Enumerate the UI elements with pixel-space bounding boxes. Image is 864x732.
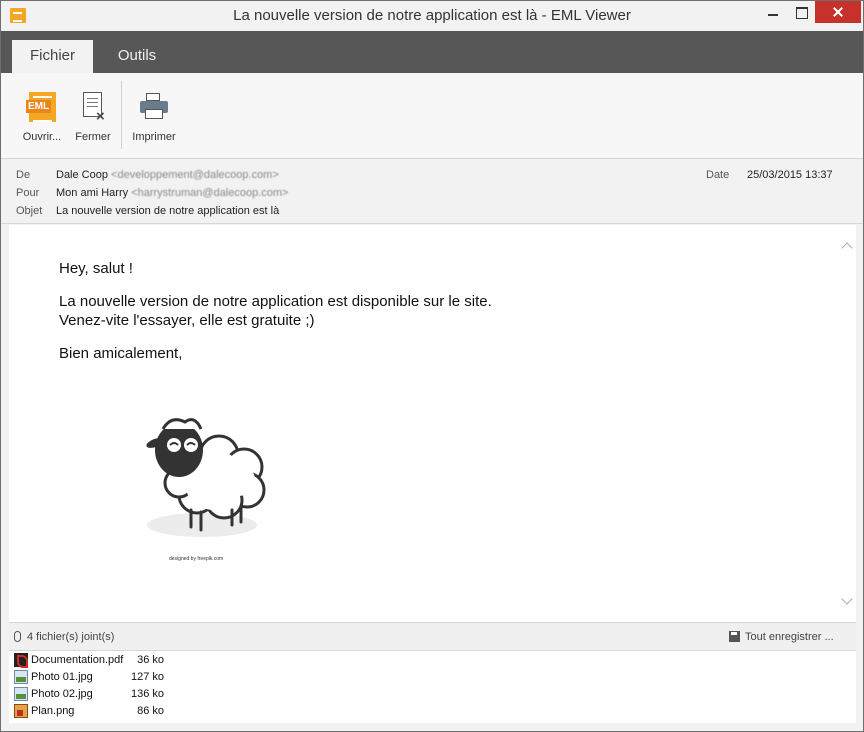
print-button-label: Imprimer bbox=[132, 131, 176, 143]
to-label: Pour bbox=[16, 187, 40, 199]
body-line-2: Venez-vite l'essayer, elle est gratuite … bbox=[59, 312, 315, 329]
attachment-name: Photo 02.jpg bbox=[31, 688, 93, 700]
image-icon bbox=[14, 687, 28, 701]
sheep-illustration bbox=[146, 418, 266, 537]
attachment-name: Plan.png bbox=[31, 705, 75, 717]
image-icon bbox=[14, 670, 28, 684]
to-name[interactable]: Mon ami Harry bbox=[56, 187, 128, 199]
message-text: Hey, salut ! La nouvelle version de notr… bbox=[59, 259, 759, 377]
open-button-label: Ouvrir... bbox=[22, 131, 62, 143]
date-value: 25/03/2015 13:37 bbox=[747, 169, 833, 181]
ribbon-tabbar: Fichier Outils bbox=[1, 31, 863, 73]
save-icon[interactable] bbox=[729, 631, 740, 642]
image-credit: designed by freepik.com bbox=[169, 556, 224, 562]
from-email[interactable]: <developpement@dalecoop.com> bbox=[111, 169, 279, 181]
attachments-bar: 4 fichier(s) joint(s) Tout enregistrer .… bbox=[9, 622, 856, 651]
ribbon: EML Ouvrir... × Fermer Imprimer bbox=[1, 73, 863, 159]
attachments-list: Documentation.pdf 36 ko Photo 01.jpg 127… bbox=[9, 651, 856, 723]
open-button[interactable]: EML Ouvrir... bbox=[15, 83, 69, 149]
from-label: De bbox=[16, 169, 31, 181]
from-name[interactable]: Dale Coop bbox=[56, 169, 108, 181]
ribbon-separator bbox=[121, 81, 122, 149]
eml-file-icon: EML bbox=[26, 91, 58, 123]
scroll-up-icon[interactable] bbox=[840, 239, 854, 253]
attachment-size: 86 ko bbox=[137, 705, 164, 717]
attachments-count: 4 fichier(s) joint(s) bbox=[27, 631, 115, 643]
closing-text: Bien amicalement, bbox=[59, 345, 183, 362]
attachment-name: Documentation.pdf bbox=[31, 654, 124, 666]
close-document-icon: × bbox=[81, 91, 107, 125]
body-line-1: La nouvelle version de notre application… bbox=[59, 293, 492, 310]
paperclip-icon bbox=[14, 631, 21, 642]
title-bar[interactable]: La nouvelle version de notre application… bbox=[1, 1, 863, 31]
close-button-label: Fermer bbox=[75, 131, 111, 143]
attachment-size: 36 ko bbox=[137, 654, 164, 666]
attachment-size: 127 ko bbox=[130, 671, 164, 683]
close-button[interactable]: × Fermer bbox=[69, 83, 117, 149]
to-email[interactable]: <harrystruman@dalecoop.com> bbox=[131, 187, 288, 199]
window-title: La nouvelle version de notre application… bbox=[233, 7, 631, 24]
subject-label: Objet bbox=[16, 205, 43, 217]
message-headers: De Dale Coop <developpement@dalecoop.com… bbox=[1, 160, 863, 224]
tab-outils[interactable]: Outils bbox=[107, 40, 167, 73]
attachment-size: 136 ko bbox=[130, 688, 164, 700]
close-window-button[interactable] bbox=[815, 1, 861, 23]
date-label: Date bbox=[706, 169, 730, 181]
subject-value: La nouvelle version de notre application… bbox=[56, 205, 280, 217]
maximize-button[interactable] bbox=[787, 1, 815, 23]
scroll-down-icon[interactable] bbox=[840, 594, 854, 608]
printer-icon bbox=[138, 93, 170, 121]
minimize-button[interactable] bbox=[759, 1, 787, 23]
save-all-button[interactable]: Tout enregistrer ... bbox=[745, 631, 834, 643]
message-body[interactable]: Hey, salut ! La nouvelle version de notr… bbox=[9, 225, 856, 622]
eml-viewer-window: La nouvelle version de notre application… bbox=[0, 0, 864, 732]
pdf-icon bbox=[14, 653, 28, 668]
tab-fichier[interactable]: Fichier bbox=[12, 40, 93, 73]
attachment-name: Photo 01.jpg bbox=[31, 671, 93, 683]
print-button[interactable]: Imprimer bbox=[125, 83, 183, 149]
greeting-text: Hey, salut ! bbox=[59, 260, 133, 277]
png-icon bbox=[14, 704, 28, 718]
